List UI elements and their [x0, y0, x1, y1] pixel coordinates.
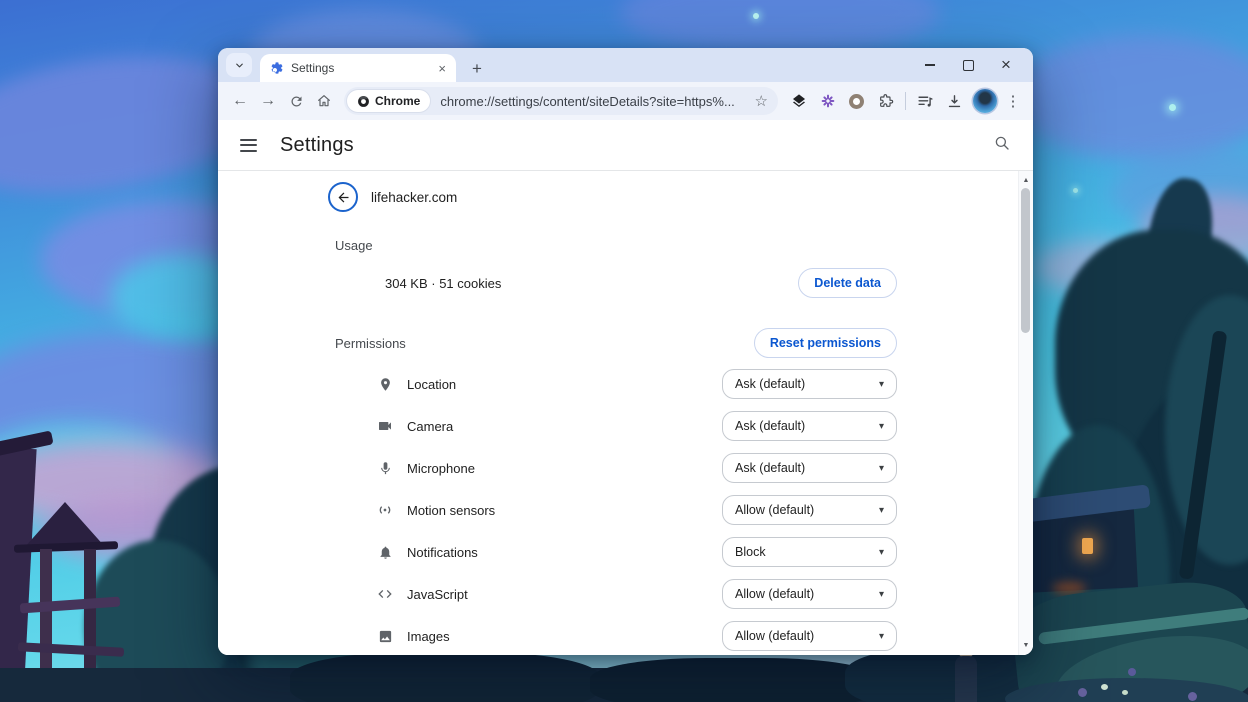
maximize-icon — [962, 59, 974, 71]
select-caret-icon: ▾ — [878, 462, 884, 474]
location-icon — [376, 375, 394, 393]
download-icon[interactable] — [940, 87, 969, 115]
tab-search-button[interactable] — [226, 53, 252, 77]
site-name: lifehacker.com — [371, 189, 458, 205]
wallpaper-sparkle — [1073, 188, 1078, 193]
tab-settings[interactable]: Settings × — [260, 54, 456, 82]
chrome-chip-label: Chrome — [375, 94, 421, 108]
permission-label: Images — [407, 628, 450, 644]
reset-permissions-button[interactable]: Reset permissions — [753, 328, 897, 358]
back-button[interactable]: ← — [226, 87, 254, 115]
motion-sensors-permission-select[interactable]: Allow (default) ▾ — [722, 495, 897, 525]
scrollbar[interactable]: ▲ ▼ — [1018, 171, 1033, 655]
search-icon[interactable] — [993, 134, 1011, 152]
notifications-icon — [376, 543, 394, 561]
usage-row: 304 KB · 51 cookies Delete data — [335, 268, 897, 298]
scrollbar-up-icon[interactable]: ▲ — [1019, 173, 1033, 187]
permission-label: Location — [407, 376, 457, 392]
permissions-section-label: Permissions — [335, 335, 406, 351]
permission-label: JavaScript — [407, 586, 468, 602]
permission-label: Camera — [407, 418, 454, 434]
tab-close-icon[interactable]: × — [436, 62, 448, 75]
chrome-chip[interactable]: Chrome — [347, 90, 431, 112]
toolbar-divider — [905, 92, 906, 110]
media-controls-icon[interactable] — [911, 87, 940, 115]
permission-row-location: Location Ask (default) ▾ — [335, 369, 897, 399]
images-icon — [376, 627, 394, 645]
scrollbar-down-icon[interactable]: ▼ — [1019, 638, 1033, 652]
close-button[interactable]: × — [987, 48, 1025, 82]
javascript-permission-select[interactable]: Allow (default) ▾ — [722, 579, 897, 609]
permission-row-motion-sensors: Motion sensors Allow (default) ▾ — [335, 495, 897, 525]
page-title: Settings — [280, 133, 354, 156]
donut-extension-icon[interactable] — [842, 87, 871, 115]
usage-summary: 304 KB · 51 cookies — [385, 275, 502, 291]
camera-icon — [376, 417, 394, 435]
window-controls: × — [911, 48, 1033, 82]
permission-row-camera: Camera Ask (default) ▾ — [335, 411, 897, 441]
select-caret-icon: ▾ — [878, 420, 884, 432]
tab-title: Settings — [291, 61, 335, 75]
minimize-button[interactable] — [911, 48, 949, 82]
desktop: Settings × + × ← → Chrome chrome://setti… — [0, 0, 1248, 702]
layers-extension-icon[interactable] — [784, 87, 813, 115]
minimize-icon — [925, 64, 935, 66]
images-permission-select[interactable]: Allow (default) ▾ — [722, 621, 897, 651]
chrome-logo-icon — [357, 95, 370, 108]
maximize-button[interactable] — [949, 48, 987, 82]
select-value: Ask (default) — [735, 377, 806, 391]
permission-label: Notifications — [407, 544, 478, 560]
permission-row-notifications: Notifications Block ▾ — [335, 537, 897, 567]
select-value: Block — [735, 545, 766, 559]
tab-strip: Settings × + × — [218, 48, 1033, 82]
permission-label: Motion sensors — [407, 502, 496, 518]
usage-section-label: Usage — [335, 238, 373, 253]
browser-toolbar: ← → Chrome chrome://settings/content/sit… — [218, 82, 1033, 120]
location-permission-select[interactable]: Ask (default) ▾ — [722, 369, 897, 399]
select-value: Allow (default) — [735, 629, 815, 643]
new-tab-button[interactable]: + — [466, 60, 488, 77]
profile-avatar[interactable] — [973, 89, 997, 113]
javascript-icon — [376, 585, 394, 603]
hamburger-menu-icon[interactable] — [236, 135, 261, 156]
back-circle-button[interactable] — [328, 182, 358, 212]
scrollbar-thumb[interactable] — [1021, 188, 1030, 333]
menu-kebab-icon[interactable]: ⋮ — [1001, 92, 1025, 110]
select-caret-icon: ▾ — [878, 378, 884, 390]
extensions-puzzle-icon[interactable] — [871, 87, 900, 115]
wallpaper-sparkle — [1169, 104, 1176, 111]
settings-gear-favicon — [270, 61, 284, 75]
select-value: Ask (default) — [735, 461, 806, 475]
permission-row-javascript: JavaScript Allow (default) ▾ — [335, 579, 897, 609]
select-caret-icon: ▾ — [878, 630, 884, 642]
permissions-header-row: Permissions Reset permissions — [335, 328, 897, 358]
permission-label: Microphone — [407, 460, 475, 476]
permission-row-microphone: Microphone Ask (default) ▾ — [335, 453, 897, 483]
select-caret-icon: ▾ — [878, 546, 884, 558]
chevron-down-icon — [234, 60, 245, 71]
select-value: Allow (default) — [735, 587, 815, 601]
notifications-permission-select[interactable]: Block ▾ — [722, 537, 897, 567]
select-value: Allow (default) — [735, 503, 815, 517]
flower-extension-icon[interactable] — [813, 87, 842, 115]
address-bar[interactable]: Chrome chrome://settings/content/siteDet… — [344, 87, 778, 115]
reload-button[interactable] — [282, 87, 310, 115]
microphone-permission-select[interactable]: Ask (default) ▾ — [722, 453, 897, 483]
motion-sensors-icon — [376, 501, 394, 519]
delete-data-button[interactable]: Delete data — [798, 268, 897, 298]
browser-window: Settings × + × ← → Chrome chrome://setti… — [218, 48, 1033, 655]
select-caret-icon: ▾ — [878, 504, 884, 516]
camera-permission-select[interactable]: Ask (default) ▾ — [722, 411, 897, 441]
select-caret-icon: ▾ — [878, 588, 884, 600]
wallpaper-sparkle — [753, 13, 759, 19]
site-details-content: lifehacker.com Usage 304 KB · 51 cookies… — [218, 171, 1033, 655]
settings-header: Settings — [218, 120, 1033, 171]
microphone-icon — [376, 459, 394, 477]
url-text[interactable]: chrome://settings/content/siteDetails?si… — [440, 94, 746, 109]
bookmark-star-icon[interactable]: ☆ — [755, 92, 768, 110]
home-button[interactable] — [310, 87, 338, 115]
select-value: Ask (default) — [735, 419, 806, 433]
forward-button[interactable]: → — [254, 87, 282, 115]
permission-row-images: Images Allow (default) ▾ — [335, 621, 897, 651]
